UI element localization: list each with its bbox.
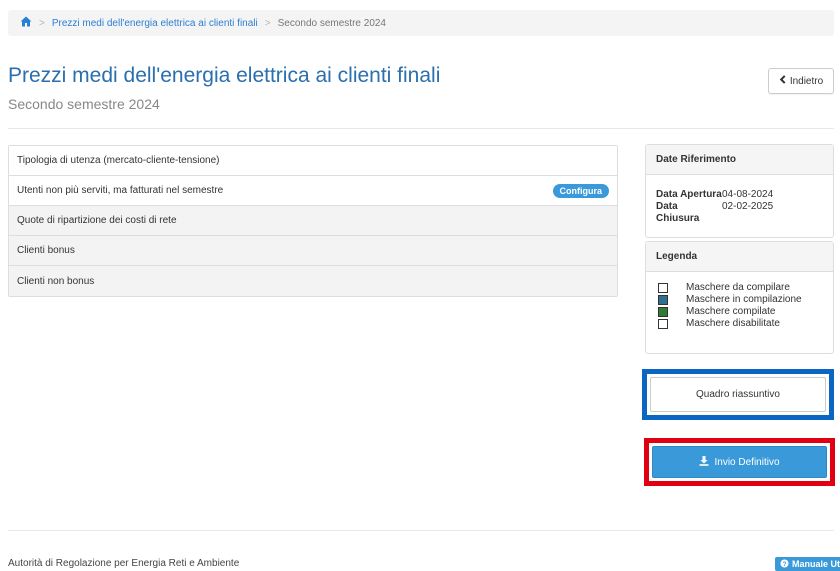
date-panel: Date Riferimento Data Apertura 04-08-202… (645, 144, 834, 238)
submit-highlight: Invio Definitivo (644, 438, 835, 486)
page-title: Prezzi medi dell'energia elettrica ai cl… (8, 64, 441, 87)
question-circle-icon: ? (780, 558, 789, 570)
legend-swatch (658, 307, 668, 317)
list-item-quote-ripartizione[interactable]: Quote di ripartizione dei costi di rete (9, 206, 617, 236)
legend-label: Maschere in compilazione (686, 294, 802, 305)
list-item-label: Tipologia di utenza (mercato-cliente-ten… (17, 155, 220, 166)
back-button-label: Indietro (789, 75, 824, 87)
opening-date-value: 04-08-2024 (722, 189, 774, 200)
summary-button[interactable]: Quadro riassuntivo (650, 377, 826, 412)
list-item-label: Clienti bonus (17, 245, 75, 256)
configura-badge[interactable]: Configura (552, 183, 609, 198)
date-panel-title: Date Riferimento (646, 145, 833, 175)
legend-panel: Legenda Maschere da compilare Maschere i… (645, 241, 834, 354)
list-item-label: Utenti non più serviti, ma fatturati nel… (17, 185, 224, 196)
legend-item: Maschere in compilazione (658, 294, 821, 306)
page-subtitle: Secondo semestre 2024 (8, 96, 160, 112)
legend-label: Maschere da compilare (686, 282, 790, 293)
home-icon[interactable] (20, 16, 32, 30)
legend-swatch (658, 319, 668, 329)
list-item-utenti-non-serviti[interactable]: Utenti non più serviti, ma fatturati nel… (9, 176, 617, 206)
download-icon (699, 455, 709, 469)
manual-button[interactable]: ? Manuale Ute (775, 557, 840, 571)
legend-item: Maschere disabilitate (658, 318, 821, 330)
breadcrumb-link-prezzi-medi[interactable]: Prezzi medi dell'energia elettrica ai cl… (52, 18, 258, 29)
legend-label: Maschere compilate (686, 306, 776, 317)
legend-item: Maschere da compilare (658, 282, 821, 294)
list-item-tipologia-utenza[interactable]: Tipologia di utenza (mercato-cliente-ten… (9, 146, 617, 176)
breadcrumb-separator: > (39, 17, 45, 29)
breadcrumb-current: Secondo semestre 2024 (277, 17, 386, 29)
section-list: Tipologia di utenza (mercato-cliente-ten… (8, 145, 618, 297)
svg-text:?: ? (782, 561, 786, 568)
footer-text: Autorità di Regolazione per Energia Reti… (8, 558, 240, 569)
list-item-label: Clienti non bonus (17, 275, 95, 287)
legend-swatch (658, 295, 668, 305)
submit-final-button[interactable]: Invio Definitivo (652, 446, 827, 478)
manual-button-label: Manuale Ute (792, 559, 840, 569)
list-item-clienti-non-bonus[interactable]: Clienti non bonus (9, 266, 617, 296)
breadcrumb-separator: > (264, 17, 271, 29)
closing-date-label: Data Chiusura (656, 201, 700, 224)
list-item-label: Quote di ripartizione dei costi di rete (17, 215, 177, 226)
legend-swatch (658, 283, 668, 293)
summary-highlight: Quadro riassuntivo (642, 369, 834, 420)
opening-date-label: Data Apertura (656, 189, 722, 200)
legend-item: Maschere compilate (658, 306, 821, 318)
list-item-clienti-bonus[interactable]: Clienti bonus (9, 236, 617, 266)
back-button[interactable]: Indietro (768, 68, 834, 94)
chevron-left-icon (779, 75, 786, 87)
footer-divider (8, 530, 834, 531)
legend-title: Legenda (646, 242, 833, 272)
closing-date-value: 02-02-2025 (722, 201, 774, 212)
legend-label: Maschere disabilitate (686, 318, 780, 329)
submit-final-label: Invio Definitivo (714, 456, 780, 468)
breadcrumb: > Prezzi medi dell'energia elettrica ai … (8, 10, 834, 36)
divider (8, 128, 834, 129)
